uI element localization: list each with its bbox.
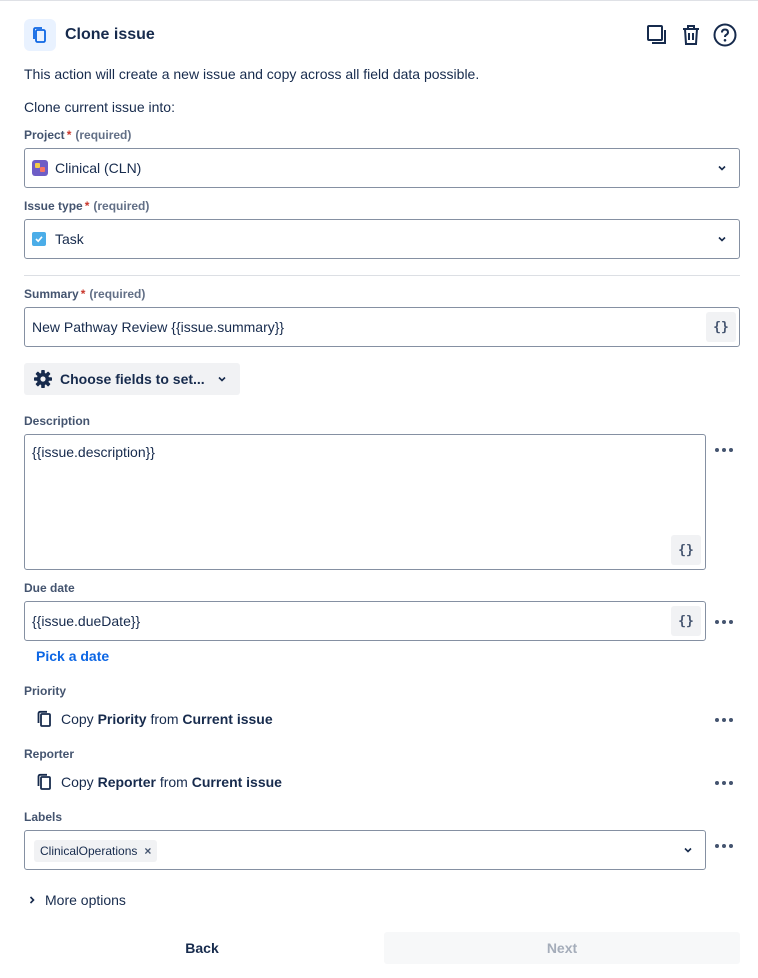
chevron-down-icon (218, 376, 226, 382)
summary-input[interactable]: New Pathway Review {{issue.summary}} (24, 307, 740, 347)
task-checkbox-icon (32, 232, 46, 246)
clone-into-heading: Clone current issue into: (24, 99, 175, 115)
summary-smart-value-button[interactable]: {} (706, 312, 736, 342)
section-divider (24, 275, 740, 276)
reporter-copy-row: Copy Reporter from Current issue (36, 773, 282, 791)
more-options-toggle[interactable]: More options (28, 892, 126, 908)
help-icon[interactable] (712, 21, 738, 49)
gear-icon (34, 370, 52, 388)
project-avatar-icon (32, 160, 48, 176)
action-title: Clone issue (65, 26, 155, 43)
due-date-smart-value-button[interactable]: {} (671, 606, 701, 636)
copy-icon (37, 710, 51, 727)
priority-more-icon[interactable] (710, 708, 738, 732)
summary-label: Summary * (required) (24, 287, 146, 301)
remove-tag-icon[interactable]: × (144, 844, 151, 858)
labels-label: Labels (24, 810, 63, 824)
action-description: This action will create a new issue and … (24, 66, 480, 82)
priority-field-name: Priority (97, 711, 147, 727)
chevron-right-icon (29, 896, 35, 904)
issue-type-value: Task (55, 231, 84, 247)
description-smart-value-button[interactable]: {} (671, 535, 701, 565)
description-value: {{issue.description}} (32, 444, 155, 460)
more-options-label: More options (45, 892, 126, 908)
due-date-value: {{issue.dueDate}} (32, 613, 141, 629)
chevron-down-icon (718, 236, 726, 242)
chevron-down-icon (718, 165, 726, 171)
reporter-source: Current issue (191, 774, 282, 790)
copy-icon (37, 773, 51, 790)
label-tag: ClinicalOperations × (34, 840, 158, 862)
priority-copy-row: Copy Priority from Current issue (36, 710, 273, 728)
due-date-input[interactable]: {{issue.dueDate}} (24, 601, 706, 641)
project-value: Clinical (CLN) (55, 160, 142, 176)
project-label: Project * (required) (24, 128, 132, 142)
top-border (0, 0, 758, 1)
action-header: Clone issue (24, 18, 738, 52)
choose-fields-button[interactable]: Choose fields to set... (24, 363, 240, 395)
description-label: Description (24, 414, 91, 428)
trash-icon[interactable] (678, 21, 704, 49)
copy-icon (24, 19, 56, 51)
issue-type-label: Issue type * (required) (24, 199, 150, 213)
reporter-field-name: Reporter (97, 774, 156, 790)
label-tag-text: ClinicalOperations (40, 844, 138, 858)
back-button[interactable]: Back (24, 932, 380, 964)
priority-source: Current issue (182, 711, 273, 727)
priority-label: Priority (24, 684, 67, 698)
duplicate-icon[interactable] (644, 21, 670, 49)
labels-more-icon[interactable] (710, 834, 738, 858)
description-textarea[interactable]: {{issue.description}} (24, 434, 706, 570)
project-select[interactable]: Clinical (CLN) (24, 148, 740, 188)
pick-date-link[interactable]: Pick a date (36, 648, 109, 664)
summary-value: New Pathway Review {{issue.summary}} (32, 319, 285, 335)
reporter-more-icon[interactable] (710, 771, 738, 795)
issue-type-select[interactable]: Task (24, 219, 740, 259)
due-date-more-icon[interactable] (710, 610, 738, 634)
next-button[interactable]: Next (384, 932, 740, 964)
choose-fields-label: Choose fields to set... (60, 371, 205, 387)
description-more-icon[interactable] (710, 438, 738, 462)
chevron-down-icon (684, 847, 692, 853)
due-date-label: Due date (24, 581, 75, 595)
reporter-label: Reporter (24, 747, 75, 761)
